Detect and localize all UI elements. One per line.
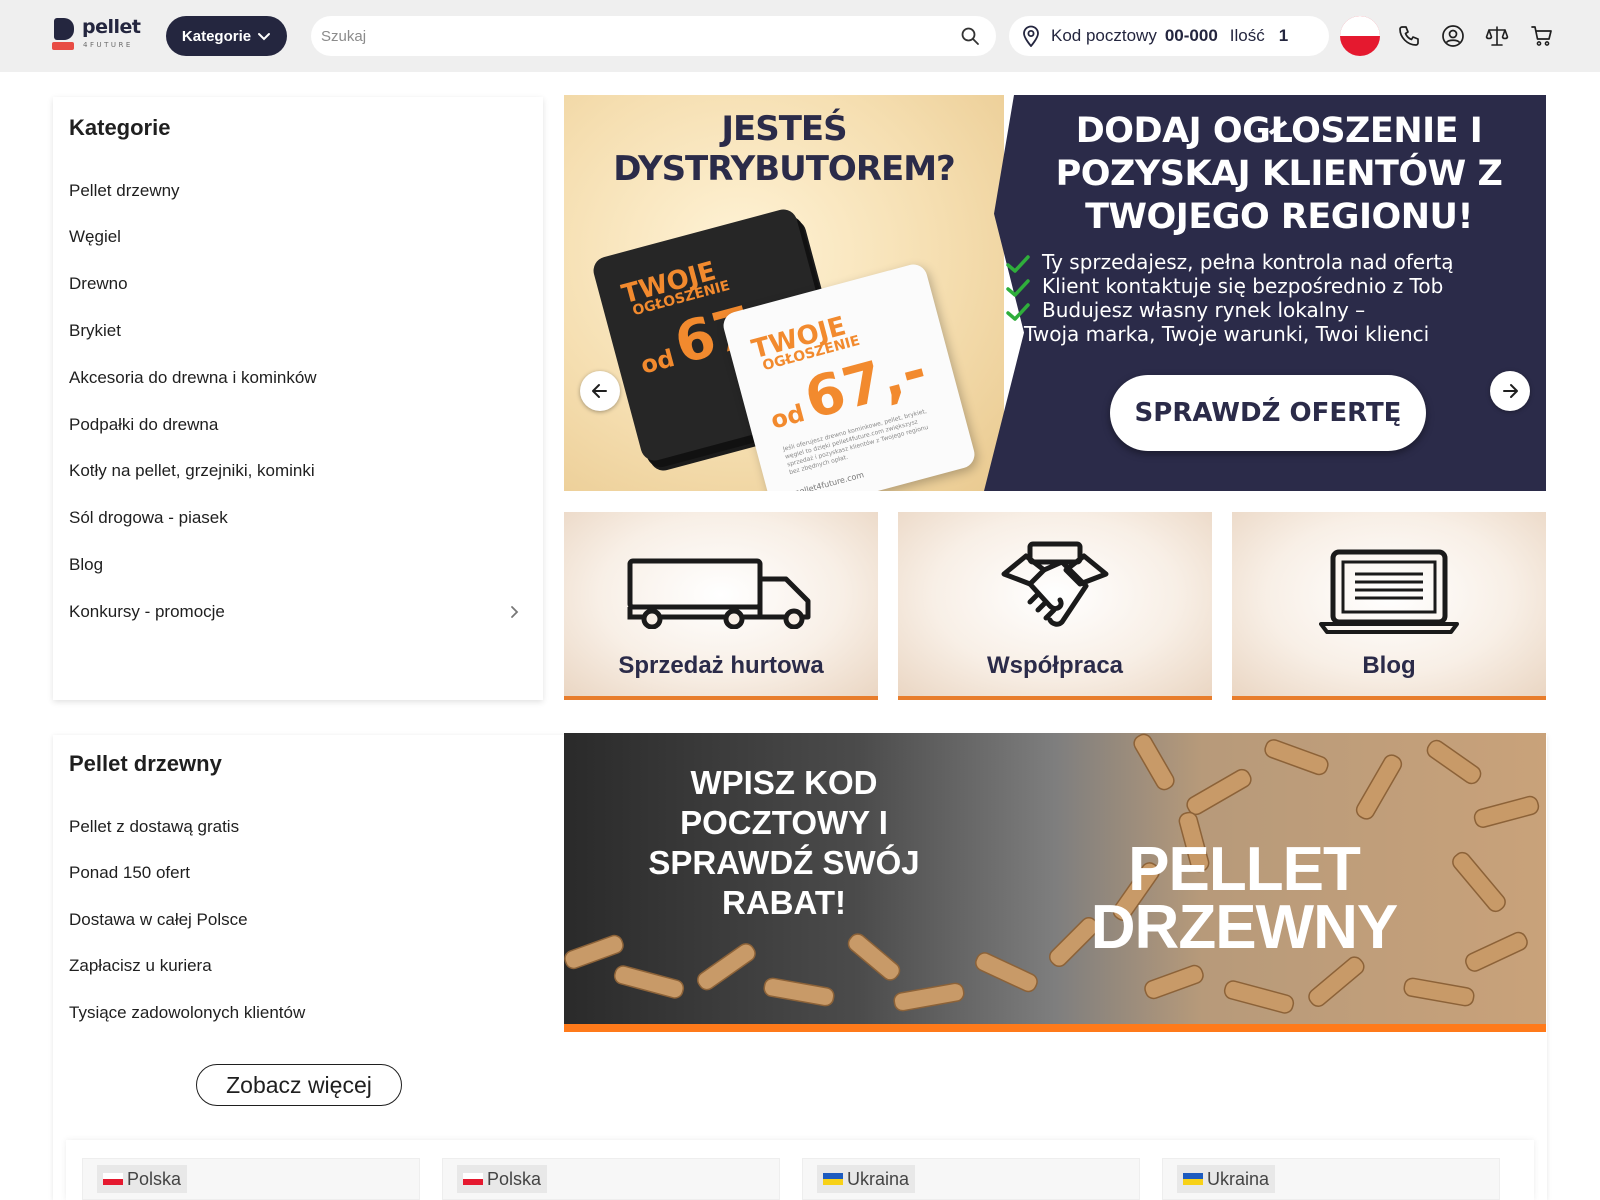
pellet-banner-title: PELLET DRZEWNY — [1090, 835, 1398, 962]
logo[interactable]: pellet 4FUTURE — [52, 16, 142, 52]
arrow-right-icon — [1503, 384, 1518, 398]
checkmark-icon — [1006, 279, 1030, 297]
postal-code-value: 00-000 — [1164, 26, 1218, 45]
product-card[interactable]: Polska — [82, 1158, 420, 1200]
postal-code-selector[interactable]: Kod pocztowy 00-000 Ilość 1 — [1009, 16, 1329, 56]
quantity-value: 1 — [1278, 26, 1289, 45]
hero-bullet: Ty sprzedajesz, pełna kontrola nad ofert… — [1004, 250, 1524, 274]
checkmark-icon — [1006, 303, 1030, 321]
category-item-wegiel[interactable]: Węgiel — [69, 227, 121, 247]
search-input[interactable] — [321, 27, 921, 45]
user-account-icon[interactable] — [1441, 24, 1465, 48]
hero-bullet: Budujesz własny rynek lokalny – — [1004, 298, 1524, 322]
tile-wholesale[interactable]: Sprzedaż hurtowa — [564, 512, 878, 700]
flag-pl-icon — [103, 1173, 123, 1185]
categories-button[interactable]: Kategorie — [166, 16, 287, 56]
top-header: pellet 4FUTURE Kategorie Kod pocztowy 00… — [0, 0, 1600, 72]
chevron-down-icon — [258, 33, 271, 41]
quantity-label: Ilość — [1229, 26, 1265, 45]
search-icon[interactable] — [960, 26, 980, 46]
laptop-icon — [1319, 549, 1459, 634]
phone-icon[interactable] — [1397, 24, 1421, 48]
pellet-banner[interactable]: WPISZ KOD POCZTOWY I SPRAWDŹ SWÓJ RABAT!… — [564, 733, 1546, 1032]
flag-ua-icon — [1183, 1173, 1203, 1185]
category-item-blog[interactable]: Blog — [69, 555, 103, 575]
cart-icon[interactable] — [1530, 24, 1554, 48]
hero-question: JESTEŚ DYSTRYBUTOREM? — [613, 109, 956, 189]
category-item-konkursy[interactable]: Konkursy - promocje — [69, 602, 225, 622]
hero-headline: DODAJ OGŁOSZENIE I POZYSKAJ KLIENTÓW Z T… — [1055, 111, 1503, 237]
pellet-feature-item: Tysiące zadowolonych klientów — [69, 1003, 306, 1022]
pellet-feature-item: Dostawa w całej Polsce — [69, 910, 248, 929]
product-card[interactable]: Polska — [442, 1158, 780, 1200]
product-card[interactable]: Ukraina — [1162, 1158, 1500, 1200]
categories-title: Kategorie — [69, 115, 171, 140]
pellet-feature-item: Zapłacisz u kuriera — [69, 956, 212, 975]
hero-bullet: Klient kontaktuje się bezpośrednio z Tob — [1004, 274, 1524, 298]
pellet-section-title: Pellet drzewny — [69, 751, 222, 776]
checkmark-icon — [1006, 255, 1030, 273]
slider-next-button[interactable] — [1490, 371, 1530, 411]
flag-ua-icon — [823, 1173, 843, 1185]
compare-scale-icon[interactable] — [1485, 24, 1509, 48]
tile-blog[interactable]: Blog — [1232, 512, 1546, 700]
category-item-kotly[interactable]: Kotły na pellet, grzejniki, kominki — [69, 461, 315, 481]
logo-mark — [52, 18, 74, 50]
pellet-banner-message: WPISZ KOD POCZTOWY I SPRAWDŹ SWÓJ RABAT! — [648, 764, 920, 921]
handshake-icon — [1001, 541, 1109, 627]
hero-slider[interactable]: JESTEŚ DYSTRYBUTOREM? TWOJE OGŁOSZENIE o… — [564, 95, 1546, 491]
category-item-akcesoria[interactable]: Akcesoria do drewna i kominków — [69, 368, 317, 388]
products-strip: Polska Polska Ukraina Ukraina — [66, 1140, 1534, 1200]
country-badge: Polska — [97, 1165, 188, 1193]
chevron-right-icon[interactable] — [507, 605, 521, 619]
category-item-brykiet[interactable]: Brykiet — [69, 321, 121, 341]
country-badge: Ukraina — [817, 1165, 916, 1193]
search-bar — [311, 16, 996, 56]
tile-cooperation-label: Współpraca — [986, 652, 1124, 679]
category-item-podpalki[interactable]: Podpałki do drewna — [69, 415, 218, 435]
product-card[interactable]: Ukraina — [802, 1158, 1140, 1200]
flag-pl-icon — [463, 1173, 483, 1185]
category-item-pellet[interactable]: Pellet drzewny — [69, 181, 180, 201]
arrow-left-icon — [592, 384, 607, 398]
country-badge: Polska — [457, 1165, 548, 1193]
logo-text: pellet — [82, 16, 141, 38]
pellet-feature-item: Pellet z dostawą gratis — [69, 817, 240, 836]
location-pin-icon — [1023, 25, 1039, 47]
tile-wholesale-label: Sprzedaż hurtowa — [618, 652, 824, 679]
categories-button-label: Kategorie — [181, 27, 252, 45]
slider-prev-button[interactable] — [580, 371, 620, 411]
check-offer-button[interactable]: SPRAWDŹ OFERTĘ — [1110, 375, 1426, 451]
see-more-button[interactable]: Zobacz więcej — [196, 1064, 402, 1106]
tile-blog-label: Blog — [1362, 652, 1416, 679]
country-badge: Ukraina — [1177, 1165, 1276, 1193]
truck-icon — [627, 558, 811, 629]
hero-bullet-tail: Twoja marka, Twoje warunki, Twoi klienci — [1024, 322, 1430, 346]
tile-cooperation[interactable]: Współpraca — [898, 512, 1212, 700]
hero-bullets: Ty sprzedajesz, pełna kontrola nad ofert… — [1004, 250, 1524, 346]
logo-subtext: 4FUTURE — [83, 41, 133, 49]
categories-card: Kategorie Pellet drzewny Węgiel Drewno B… — [53, 97, 543, 700]
category-item-sol[interactable]: Sól drogowa - piasek — [69, 508, 228, 528]
postal-code-label: Kod pocztowy — [1051, 26, 1157, 45]
pellet-feature-item: Ponad 150 ofert — [69, 863, 190, 882]
category-item-drewno[interactable]: Drewno — [69, 274, 128, 294]
language-flag-pl[interactable] — [1340, 16, 1380, 56]
